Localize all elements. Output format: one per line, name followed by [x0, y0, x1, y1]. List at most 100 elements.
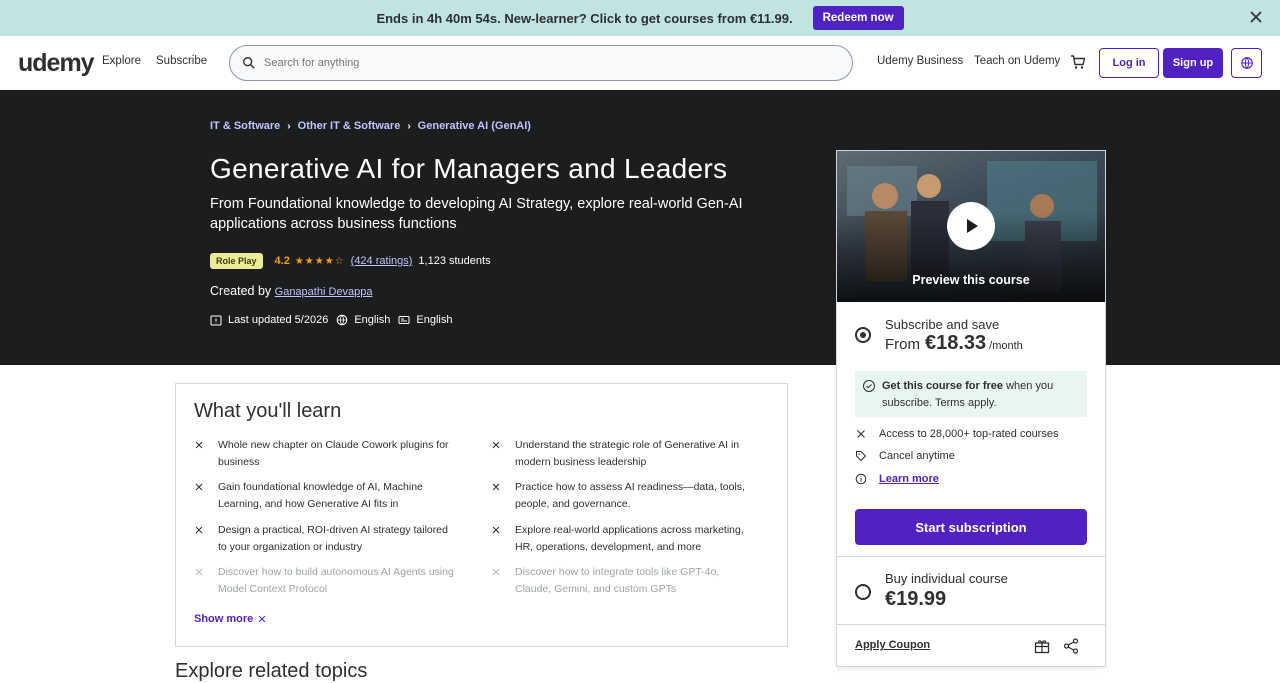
course-subtitle: From Foundational knowledge to developin…	[210, 196, 743, 232]
preview-label: Preview this course	[912, 273, 1030, 287]
search-bar	[229, 45, 853, 81]
learn-item: Gain foundational knowledge of AI, Machi…	[194, 479, 454, 512]
show-more-label: Show more	[194, 613, 254, 625]
subscribe-from: From	[885, 336, 920, 353]
info-icon	[855, 473, 867, 485]
check-icon	[195, 526, 203, 534]
feature-cancel: Cancel anytime	[855, 450, 955, 462]
play-icon	[967, 219, 978, 233]
feature-cancel-text: Cancel anytime	[879, 450, 955, 462]
buy-price: €19.99	[885, 588, 947, 610]
subscribe-title: Subscribe and save	[885, 317, 1000, 332]
check-icon	[195, 441, 203, 449]
play-button[interactable]	[947, 202, 995, 250]
captions-icon	[398, 316, 410, 324]
globe-icon	[337, 314, 348, 326]
feature-access: Access to 28,000+ top-rated courses	[855, 428, 1058, 440]
badge-check-icon	[863, 380, 875, 392]
created-by: Created by Ganapathi Devappa	[210, 284, 373, 298]
rating-score: 4.2	[274, 255, 290, 267]
buy-option-radio[interactable]	[855, 584, 871, 600]
close-icon[interactable]	[1248, 9, 1264, 25]
learn-item-text: Practice how to assess AI readiness—data…	[515, 481, 745, 510]
search-input[interactable]	[264, 57, 824, 69]
ratings-count-link[interactable]: (424 ratings)	[351, 255, 413, 267]
top-navigation: udemy Explore Subscribe Udemy Business T…	[0, 36, 1280, 90]
breadcrumb-item-other-it[interactable]: Other IT & Software	[298, 120, 401, 132]
redeem-button[interactable]: Redeem now	[812, 6, 904, 30]
check-icon	[195, 568, 203, 576]
search-icon[interactable]	[242, 56, 256, 70]
last-updated: Last updated 5/2026	[228, 314, 329, 326]
free-course-notice: Get this course for free when you subscr…	[855, 371, 1087, 417]
related-topics-heading: Explore related topics	[175, 660, 368, 682]
cart-icon[interactable]	[1070, 54, 1086, 70]
subscribe-amount: €18.33	[925, 332, 987, 354]
course-title: Generative AI for Managers and Leaders	[210, 153, 728, 184]
promo-text: Ends in 4h 40m 54s. New-learner? Click t…	[376, 10, 793, 26]
login-button[interactable]: Log in	[1099, 48, 1159, 78]
learn-item: Discover how to build autonomous AI Agen…	[194, 564, 454, 597]
card-divider	[837, 556, 1105, 557]
purchase-card: Preview this course Subscribe and save F…	[836, 150, 1106, 667]
chevron-right-icon: ›	[287, 120, 291, 132]
globe-icon	[1240, 57, 1253, 69]
promo-banner: Ends in 4h 40m 54s. New-learner? Click t…	[0, 0, 1280, 36]
learn-item: Whole new chapter on Claude Cowork plugi…	[194, 437, 454, 470]
teach-link[interactable]: Teach on Udemy	[974, 55, 1060, 67]
star-rating-icon: ★★★★☆	[294, 255, 345, 267]
learn-item-text: Gain foundational knowledge of AI, Machi…	[218, 481, 423, 510]
check-icon	[195, 483, 203, 491]
course-meta: Last updated 5/2026 English English	[210, 314, 460, 326]
feature-access-text: Access to 28,000+ top-rated courses	[879, 428, 1059, 440]
learn-item: Discover how to integrate tools like GPT…	[491, 564, 751, 597]
tag-icon	[856, 451, 867, 462]
card-divider	[837, 624, 1105, 625]
udemy-logo[interactable]: udemy	[18, 49, 95, 78]
calendar-alert-icon	[210, 315, 222, 326]
course-captions: English	[416, 314, 453, 326]
role-play-badge: Role Play	[210, 253, 263, 269]
subscribe-period: /month	[989, 340, 1023, 352]
learn-more-link[interactable]: Learn more	[879, 473, 939, 485]
learn-item-text: Discover how to integrate tools like GPT…	[515, 566, 720, 595]
learn-item: Design a practical, ROI-driven AI strate…	[194, 522, 454, 555]
chevron-right-icon: ›	[407, 120, 411, 132]
check-icon	[492, 483, 500, 491]
created-by-label: Created by	[210, 284, 272, 298]
learn-item-text: Design a practical, ROI-driven AI strate…	[218, 524, 448, 553]
show-more-button[interactable]: Show more	[194, 613, 267, 625]
start-subscription-button[interactable]: Start subscription	[855, 509, 1087, 545]
what-you-learn-box: What you'll learn Whole new chapter on C…	[175, 383, 788, 647]
learn-item-text: Discover how to build autonomous AI Agen…	[218, 566, 454, 595]
check-icon	[492, 526, 500, 534]
chevron-down-icon	[258, 615, 266, 623]
rating-row: Role Play 4.2 ★★★★☆ (424 ratings) 1,123 …	[210, 253, 491, 269]
learn-title: What you'll learn	[194, 400, 342, 422]
learn-item-text: Explore real-world applications across m…	[515, 524, 744, 553]
subscribe-option-radio[interactable]	[855, 327, 871, 343]
language-button[interactable]	[1231, 48, 1262, 78]
explore-link[interactable]: Explore	[102, 55, 141, 67]
learn-item: Explore real-world applications across m…	[491, 522, 751, 555]
breadcrumb-item-it-software[interactable]: IT & Software	[210, 120, 280, 132]
preview-video[interactable]: Preview this course	[837, 151, 1105, 302]
breadcrumb: IT & Software › Other IT & Software › Ge…	[210, 120, 531, 132]
learn-item: Understand the strategic role of Generat…	[491, 437, 751, 470]
subscribe-link[interactable]: Subscribe	[156, 55, 207, 67]
signup-button[interactable]: Sign up	[1163, 48, 1223, 78]
buy-title: Buy individual course	[885, 571, 1008, 586]
check-icon	[492, 441, 500, 449]
subscribe-price: From €18.33 /month	[885, 332, 1023, 355]
author-link[interactable]: Ganapathi Devappa	[275, 286, 373, 298]
breadcrumb-item-genai[interactable]: Generative AI (GenAI)	[418, 120, 531, 132]
students-count: 1,123 students	[418, 255, 491, 267]
apply-coupon-link[interactable]: Apply Coupon	[855, 639, 930, 651]
check-icon	[492, 568, 500, 576]
udemy-business-link[interactable]: Udemy Business	[877, 55, 963, 67]
feature-learn-more: Learn more	[855, 473, 939, 485]
learn-item-text: Whole new chapter on Claude Cowork plugi…	[218, 439, 449, 468]
free-course-bold: Get this course for free	[882, 380, 1004, 392]
share-icon[interactable]	[1063, 638, 1079, 654]
gift-icon[interactable]	[1034, 638, 1050, 654]
